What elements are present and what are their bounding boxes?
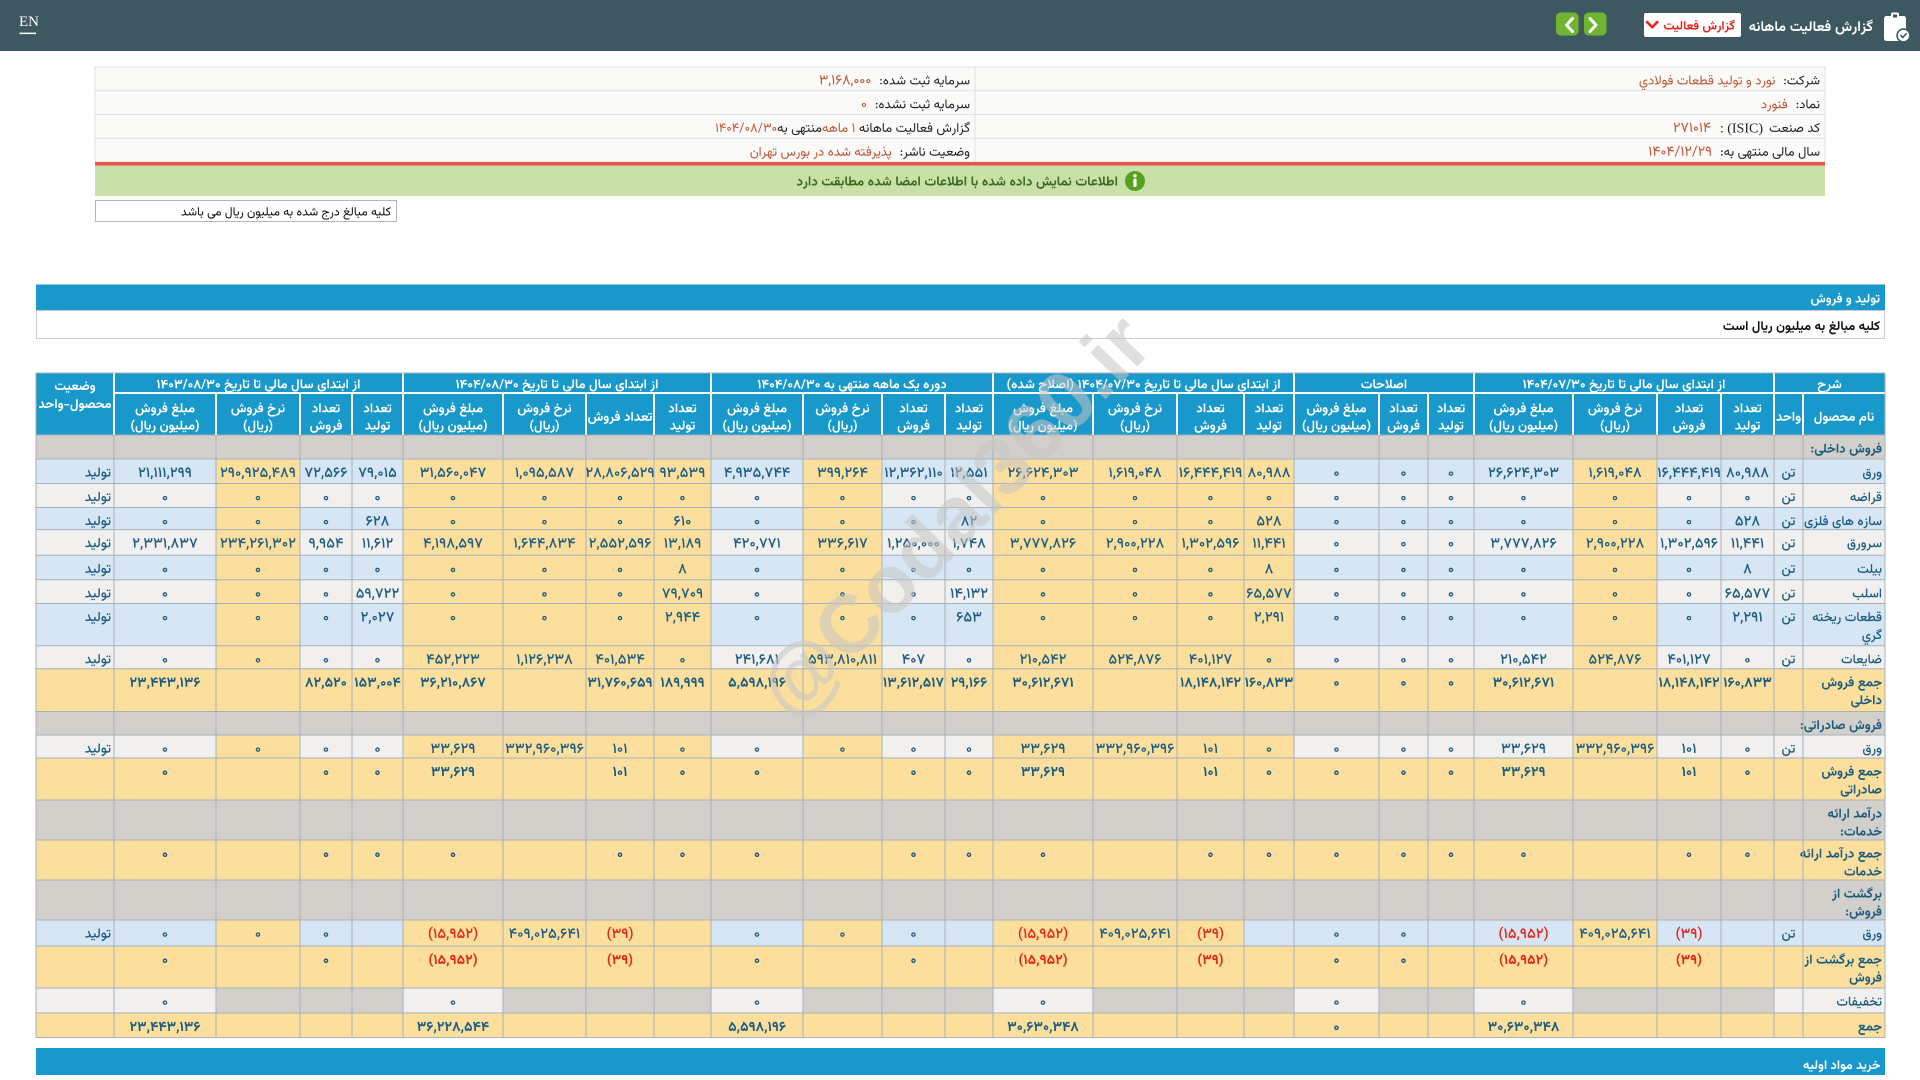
svg-text:: (ISIC): : (ISIC) xyxy=(1720,121,1764,136)
svg-text:EN: EN xyxy=(19,14,39,30)
